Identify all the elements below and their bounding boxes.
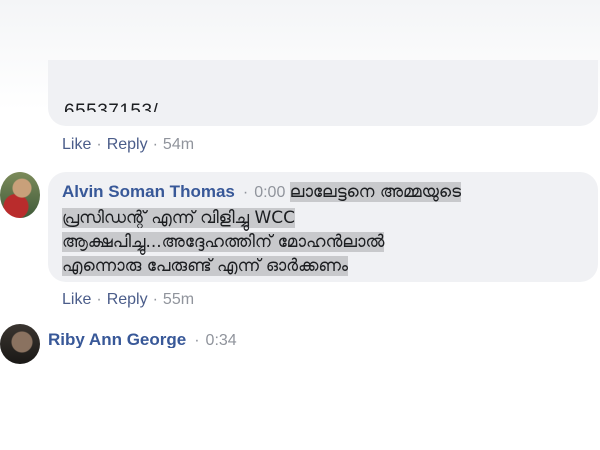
comment-line-1: ലാലേട്ടനെ അമ്മയുടെ (289, 182, 462, 202)
timestamp-value: 0:00 (254, 184, 286, 201)
separator-dot: · (152, 291, 158, 308)
comment-actions-2: Like · Reply · 55m (62, 291, 194, 309)
like-link[interactable]: Like (62, 136, 91, 153)
reply-link[interactable]: Reply (107, 291, 148, 308)
comment-actions-1: Like · Reply · 54m (62, 136, 194, 154)
timestamp[interactable]: · 0:00 (243, 184, 285, 201)
avatar[interactable] (0, 172, 40, 218)
separator-dot: · (96, 291, 102, 308)
separator-dot: · (194, 332, 200, 348)
comment-line-wrap: എന്നൊരു പേരുണ്ട് എന്ന് ഓർക്കണം (62, 256, 349, 276)
timestamp-value: 0:34 (205, 332, 237, 348)
comment-line-wrap: ആക്ഷപിച്ചു...അദ്ദേഹത്തിന് മോഹൻലാൽ (62, 232, 385, 252)
comment-bubble-2: Alvin Soman Thomas · 0:00 ലാലേട്ടനെ അമ്മയു… (48, 172, 598, 282)
comment-time[interactable]: 54m (163, 136, 194, 153)
comment-header: Alvin Soman Thomas · 0:00 ലാലേട്ടനെ അമ്മയു… (62, 182, 462, 202)
separator-dot: · (152, 136, 158, 153)
author-name[interactable]: Alvin Soman Thomas (62, 182, 235, 201)
avatar[interactable] (0, 324, 40, 364)
author-name[interactable]: Riby Ann George (48, 330, 186, 348)
comment-thread: 65537153/ Like · Reply · 54m Alvin Soman Tho… (0, 0, 600, 450)
comment-header: Riby Ann George · 0:34 (48, 330, 237, 348)
comment-line-wrap: പ്രസിഡന്റ് എന്ന് വിളിച്ചു WCC (62, 208, 295, 228)
comment-bubble-1: 65537153/ (48, 60, 598, 126)
comment-line-3: ആക്ഷപിച്ചു...അദ്ദേഹത്തിന് മോഹൻലാൽ (62, 232, 385, 252)
comment-time[interactable]: 55m (163, 291, 194, 308)
timestamp[interactable]: · 0:34 (194, 332, 236, 348)
comment-line-4: എന്നൊരു പേരുണ്ട് എന്ന് ഓർക്കണം (62, 256, 349, 276)
separator-dot: · (96, 136, 102, 153)
comment-text-partial: 65537153/ (64, 101, 159, 112)
comment-line-2: പ്രസിഡന്റ് എന്ന് വിളിച്ചു WCC (62, 208, 295, 228)
separator-dot: · (242, 184, 249, 201)
like-link[interactable]: Like (62, 291, 91, 308)
reply-link[interactable]: Reply (107, 136, 148, 153)
